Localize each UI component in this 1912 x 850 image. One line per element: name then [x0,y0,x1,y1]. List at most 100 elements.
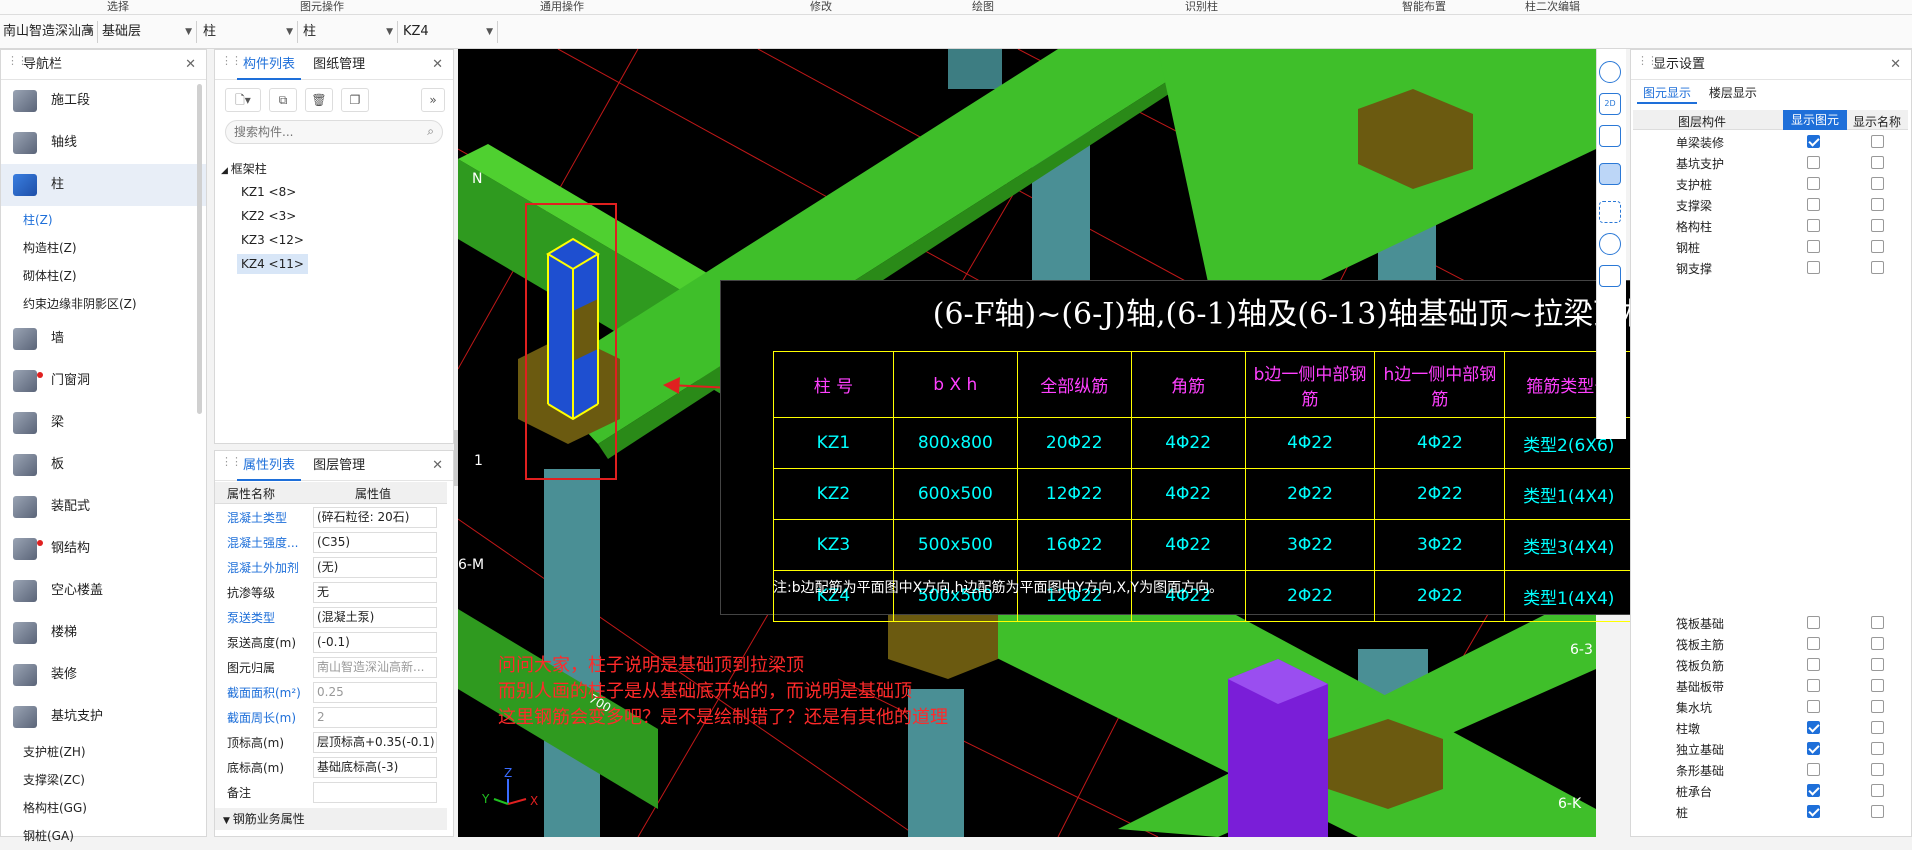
3d-solid-icon[interactable] [1599,163,1621,185]
show-name-column-header[interactable]: 显示名称 [1853,113,1901,130]
show-name-checkbox[interactable] [1871,805,1884,818]
property-value[interactable]: (无) [313,557,437,578]
show-name-checkbox[interactable] [1871,198,1884,211]
floor-select[interactable]: 基础层 ▼ [99,21,197,43]
nav-item-stair[interactable]: 楼梯 [1,612,206,654]
property-value[interactable]: (-0.1) [313,632,437,653]
tab-drawing-management[interactable]: 图纸管理 [307,50,371,80]
show-element-checkbox[interactable] [1807,679,1820,692]
nav-item-beam[interactable]: 梁 [1,402,206,444]
property-value[interactable]: 无 [313,582,437,603]
drag-grip-icon[interactable]: ⋮⋮ [221,456,242,467]
copy-icon[interactable]: ⧉ [269,88,297,112]
nav-item-decoration[interactable]: 装修 [1,654,206,696]
show-name-checkbox[interactable] [1871,240,1884,253]
show-name-checkbox[interactable] [1871,135,1884,148]
2d-view-icon[interactable]: 2D [1599,93,1621,115]
nav-sub-item[interactable]: 构造柱(Z) [1,234,206,262]
nav-item-door-window[interactable]: 门窗洞 [1,360,206,402]
nav-item-pit-support[interactable]: 基坑支护 [1,696,206,738]
menu-element-ops[interactable]: 图元操作 [300,0,344,14]
property-value[interactable] [313,782,437,803]
drag-grip-icon[interactable]: ⋮⋮ [221,55,242,66]
drag-grip-icon[interactable]: ⋮⋮ [7,55,28,66]
show-name-checkbox[interactable] [1871,156,1884,169]
menu-general-ops[interactable]: 通用操作 [540,0,584,14]
property-value[interactable]: (碎石粒径: 20石) [313,507,437,528]
show-element-checkbox[interactable] [1807,198,1820,211]
tab-component-list[interactable]: 构件列表 [237,52,302,80]
nav-item-axis-grid[interactable]: 轴线 [1,122,206,164]
show-name-checkbox[interactable] [1871,721,1884,734]
tab-element-display[interactable]: 图元显示 [1637,84,1698,104]
show-element-checkbox[interactable] [1807,240,1820,253]
3d-box-icon[interactable] [1599,125,1621,147]
nav-sub-item[interactable]: 柱(Z) [1,206,206,234]
show-element-checkbox[interactable] [1807,135,1820,148]
show-element-checkbox[interactable] [1807,700,1820,713]
rebar-properties-section[interactable]: ▼ 钢筋业务属性 [215,808,447,830]
selected-column-kz4[interactable] [546,237,600,421]
list-view-icon[interactable] [1599,265,1621,287]
show-element-checkbox[interactable] [1807,805,1820,818]
close-icon[interactable]: ✕ [432,451,443,481]
category-select[interactable]: 柱 ▼ [200,21,298,43]
show-element-checkbox[interactable] [1807,616,1820,629]
show-name-checkbox[interactable] [1871,637,1884,650]
component-search[interactable]: ⌕ [225,120,443,144]
property-value[interactable]: (混凝土泵) [313,607,437,628]
close-icon[interactable]: ✕ [1890,50,1901,80]
show-name-checkbox[interactable] [1871,261,1884,274]
property-value[interactable]: 南山智造深汕高新... [313,657,437,678]
property-value[interactable]: (C35) [313,532,437,553]
search-icon[interactable]: ⌕ [427,124,434,139]
nav-scrollbar[interactable] [197,84,202,414]
nav-item-slab[interactable]: 板 [1,444,206,486]
component-item[interactable]: KZ1 <8> [237,182,300,202]
show-element-checkbox[interactable] [1807,721,1820,734]
menu-select[interactable]: 选择 [107,0,129,14]
nav-sub-item[interactable]: 钢桩(GA) [1,822,206,850]
show-element-checkbox[interactable] [1807,219,1820,232]
orbit-icon[interactable] [1599,61,1621,83]
tab-floor-display[interactable]: 楼层显示 [1703,84,1763,101]
show-element-checkbox[interactable] [1807,742,1820,755]
show-name-checkbox[interactable] [1871,679,1884,692]
nav-item-wall[interactable]: 墙 [1,318,206,360]
new-component-icon[interactable]: 🗋▾ [225,88,261,112]
show-name-checkbox[interactable] [1871,177,1884,190]
nav-item-hollow-floor[interactable]: 空心楼盖 [1,570,206,612]
show-element-checkbox[interactable] [1807,784,1820,797]
menu-modify[interactable]: 修改 [810,0,832,14]
close-icon[interactable]: ✕ [432,50,443,80]
show-name-checkbox[interactable] [1871,784,1884,797]
component-item[interactable]: KZ4 <11> [237,254,308,274]
rotate-view-icon[interactable] [1599,233,1621,255]
nav-sub-item[interactable]: 支撑梁(ZC) [1,766,206,794]
show-name-checkbox[interactable] [1871,763,1884,776]
duplicate-layer-icon[interactable]: ❐ [341,88,369,112]
show-element-checkbox[interactable] [1807,763,1820,776]
drag-grip-icon[interactable]: ⋮⋮ [1637,55,1658,66]
nav-sub-item[interactable]: 约束边缘非阴影区(Z) [1,290,206,318]
show-element-checkbox[interactable] [1807,637,1820,650]
show-name-checkbox[interactable] [1871,658,1884,671]
show-element-checkbox[interactable] [1807,658,1820,671]
menu-column-edit[interactable]: 柱二次编辑 [1525,0,1580,14]
collapse-arrow-icon[interactable]: ◢ [221,166,231,176]
tab-layer-management[interactable]: 图层管理 [307,451,371,481]
show-name-checkbox[interactable] [1871,219,1884,232]
show-element-checkbox[interactable] [1807,261,1820,274]
type-select[interactable]: 柱 ▼ [300,21,398,43]
property-value[interactable]: 0.25 [313,682,437,703]
component-item[interactable]: KZ2 <3> [237,206,300,226]
menu-draw[interactable]: 绘图 [972,0,994,14]
nav-item-construction-section[interactable]: 施工段 [1,80,206,122]
show-name-checkbox[interactable] [1871,616,1884,629]
show-element-column-header[interactable]: 显示图元 [1783,110,1847,130]
property-value[interactable]: 层顶标高+0.35(-0.1) [313,732,437,753]
nav-item-steel-structure[interactable]: 钢结构 [1,528,206,570]
property-value[interactable]: 2 [313,707,437,728]
show-name-checkbox[interactable] [1871,700,1884,713]
show-element-checkbox[interactable] [1807,156,1820,169]
